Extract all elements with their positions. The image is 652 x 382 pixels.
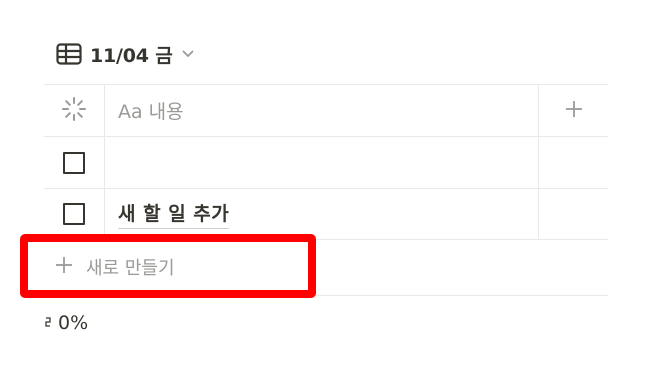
table-header-row: Aa 내용 — [44, 84, 608, 136]
checkbox-cell — [44, 137, 105, 188]
plus-icon — [54, 255, 74, 279]
status-column-header[interactable] — [44, 85, 105, 136]
database-table: Aa 내용 새 할 일 추가 — [44, 84, 608, 240]
todo-checkbox[interactable] — [63, 203, 85, 225]
calculation-footer[interactable]: 0% — [44, 308, 88, 338]
view-title: 11/04 금 — [90, 44, 173, 67]
todo-checkbox[interactable] — [63, 151, 85, 174]
progress-ring-icon — [44, 316, 52, 330]
empty-cell — [539, 189, 608, 239]
checkbox-cell — [44, 189, 105, 239]
task-name: 새 할 일 추가 — [118, 199, 230, 229]
table-row[interactable] — [44, 136, 608, 188]
add-column-button[interactable] — [539, 85, 608, 136]
name-column-label: Aa 내용 — [118, 101, 184, 123]
name-column-header[interactable]: Aa 내용 — [105, 85, 539, 136]
view-header[interactable]: 11/04 금 — [56, 38, 195, 70]
new-row-label: 새로 만들기 — [86, 258, 175, 279]
name-cell[interactable] — [105, 137, 539, 188]
empty-cell — [539, 137, 608, 188]
table-icon — [56, 43, 82, 65]
new-row-button[interactable]: 새로 만들기 — [44, 244, 608, 296]
progress-percent: 0% — [58, 312, 89, 334]
plus-icon — [564, 99, 584, 123]
table-row[interactable]: 새 할 일 추가 — [44, 188, 608, 240]
name-cell[interactable]: 새 할 일 추가 — [105, 189, 539, 239]
loading-icon — [61, 96, 87, 126]
chevron-down-icon[interactable] — [181, 49, 195, 59]
